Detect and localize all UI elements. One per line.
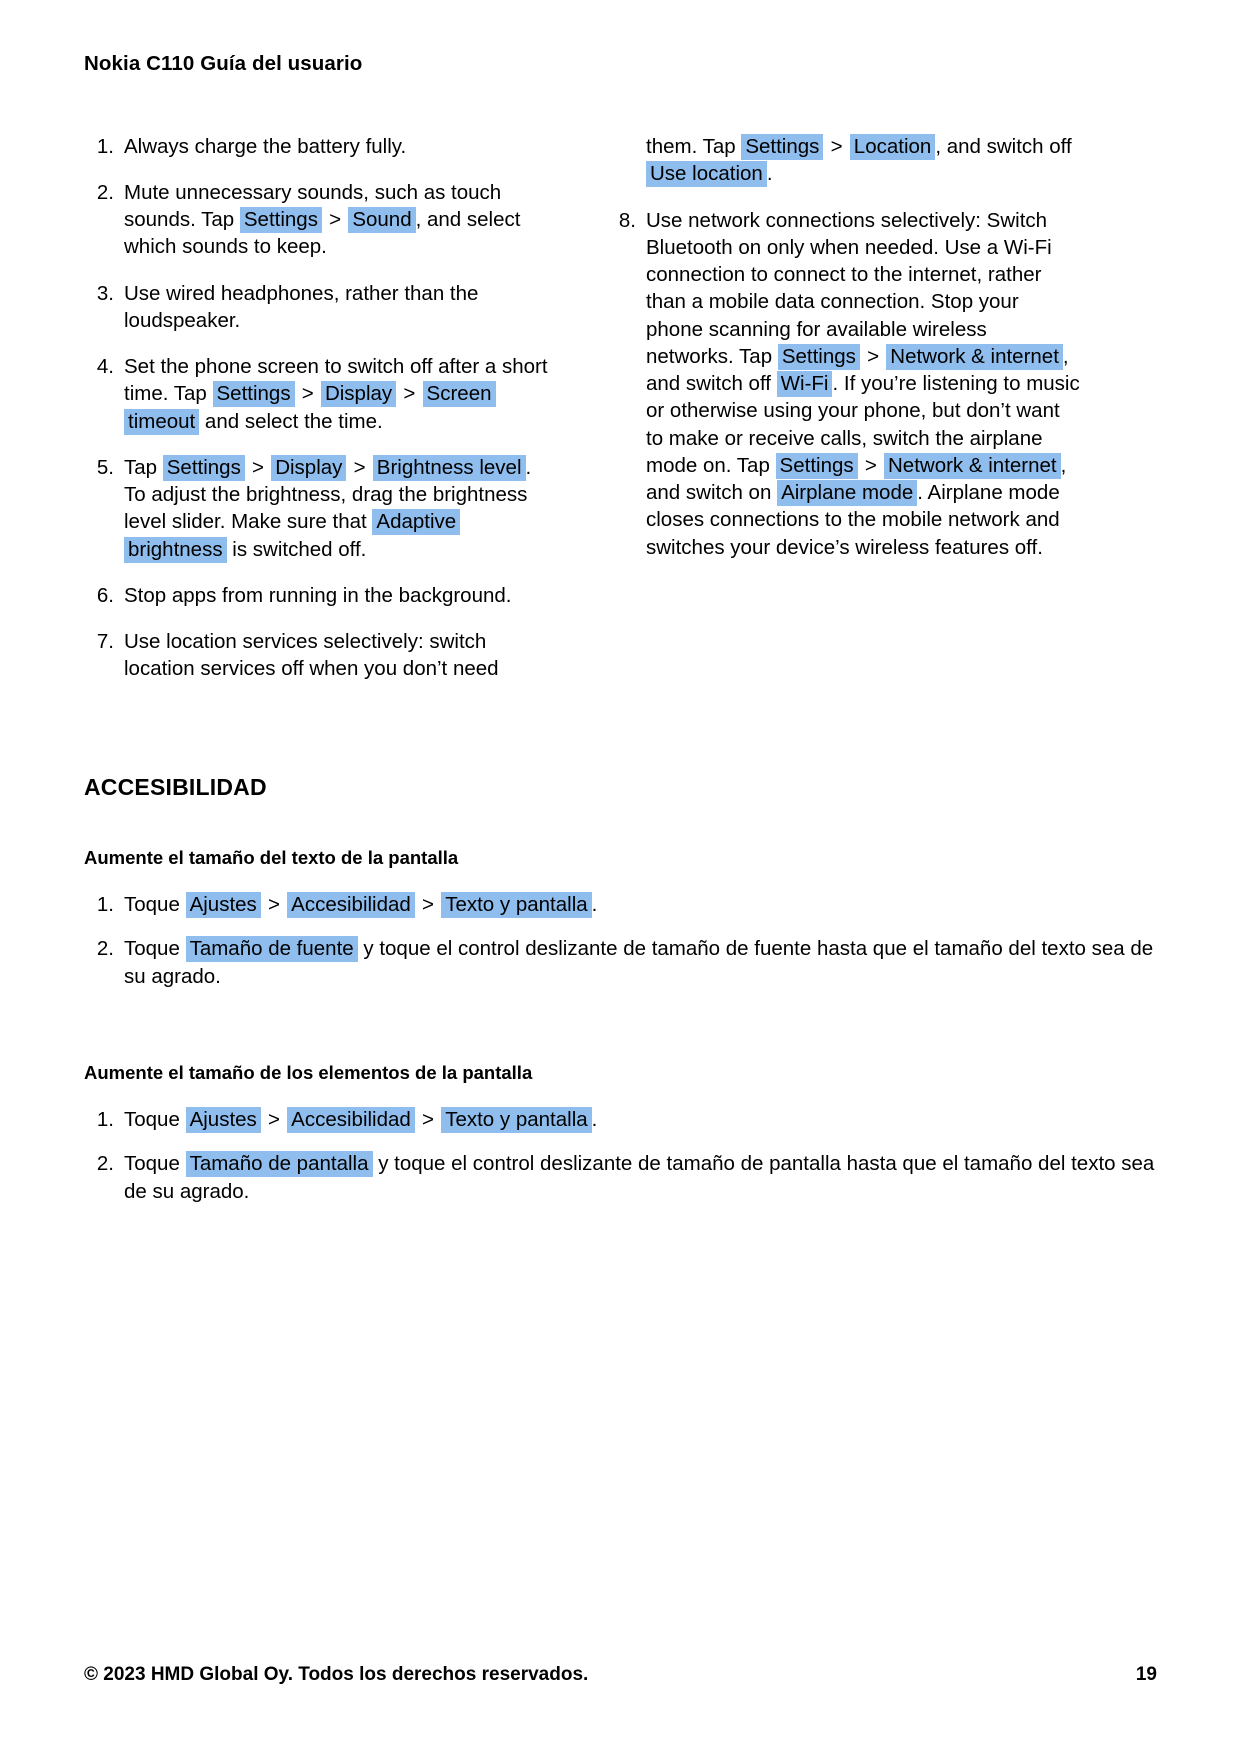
list-item-text: Use location services selectively: switc…	[124, 630, 499, 681]
breadcrumb-separator: >	[296, 382, 320, 406]
ui-label-chip: Display	[320, 381, 397, 408]
breadcrumb-separator: >	[262, 892, 286, 916]
list-item: 4. Set the phone screen to switch off aft…	[84, 353, 558, 435]
subheading-texto-pantalla: Aumente el tamaño del texto de la pantal…	[84, 846, 459, 868]
list-item-text: Use network connections selectively: Swi…	[646, 208, 1080, 559]
breadcrumb-separator: >	[824, 134, 849, 158]
left-column: 1. Always charge the battery fully. 2. Mute…	[84, 133, 558, 702]
list-item: 2. Toque Tamaño de pantalla y toque el co…	[84, 1150, 1157, 1205]
list-item: 5. Tap Settings > Display > Brightness le…	[84, 454, 558, 563]
list-item-number: 6.	[96, 583, 114, 607]
ui-label-chip: Display	[271, 454, 347, 481]
list-item-text: Toque Tamaño de fuente y toque el contro…	[124, 936, 1154, 988]
list-item-number: 1.	[96, 1107, 114, 1131]
ui-label-chip: Settings	[239, 207, 322, 234]
list-item-number: 3.	[96, 281, 114, 305]
ui-label-chip: Ajustes	[185, 1106, 261, 1133]
breadcrumb-separator: >	[347, 455, 372, 479]
ui-label-chip: Accesibilidad	[287, 891, 415, 918]
ui-label-chip: Adaptive brightness	[124, 509, 461, 563]
breadcrumb-separator: >	[323, 208, 347, 232]
list-item-number: 1.	[96, 134, 114, 158]
right-column: them. Tap Settings > Location, and switc…	[606, 133, 1080, 580]
accessibility-steps-1: 1. Toque Ajustes > Accesibilidad > Texto …	[84, 891, 1157, 991]
list-item: 1. Toque Ajustes > Accesibilidad > Texto …	[84, 1106, 1157, 1134]
breadcrumb-separator: >	[262, 1107, 286, 1131]
list-item-text: Toque Ajustes > Accesibilidad > Texto y …	[124, 1106, 598, 1133]
ui-label-chip: Settings	[162, 454, 245, 481]
breadcrumb-separator: >	[859, 453, 883, 477]
list-item-text: Toque Ajustes > Accesibilidad > Texto y …	[124, 891, 598, 918]
list-item: 2. Mute unnecessary sounds, such as touch…	[84, 179, 558, 261]
list-item: 1. Always charge the battery fully.	[84, 133, 558, 160]
ui-label-chip: Settings	[777, 343, 860, 370]
list-item-text: Toque Tamaño de pantalla y toque el cont…	[124, 1151, 1155, 1203]
ui-label-chip: Settings	[212, 381, 295, 408]
list-item-number: 2.	[96, 180, 114, 204]
accessibility-group-1: Aumente el tamaño del texto de la pantal…	[84, 847, 1157, 991]
ui-label-chip: Use location	[646, 161, 767, 188]
document-header-title: Nokia C110 Guía del usuario	[84, 52, 363, 75]
list-item-number: 1.	[96, 892, 114, 916]
list-item-number: 4.	[96, 355, 114, 379]
list-item-number: 5.	[96, 455, 114, 479]
document-page: Nokia C110 Guía del usuario 1. Always cha…	[0, 0, 1241, 1754]
list-item: 2. Toque Tamaño de fuente y toque el cont…	[84, 935, 1157, 990]
ui-label-chip: Sound	[348, 207, 416, 234]
ui-label-chip: Network & internet	[886, 343, 1063, 370]
list-item-text: Use wired headphones, rather than the lo…	[124, 281, 479, 332]
ui-label-chip: Wi-Fi	[776, 371, 833, 398]
accessibility-group-2: Aumente el tamaño de los elementos de la…	[84, 1062, 1157, 1206]
footer-page-number: 19	[1135, 1664, 1157, 1685]
step-7-continuation: them. Tap Settings > Location, and switc…	[646, 133, 1072, 188]
battery-tips-list-right: 8. Use network connections selectively: S…	[606, 207, 1080, 561]
ui-label-chip: Settings	[775, 452, 858, 479]
breadcrumb-separator: >	[861, 344, 885, 368]
list-item: 7. Use location services selectively: swi…	[84, 628, 558, 683]
subheading-elementos-pantalla: Aumente el tamaño de los elementos de la…	[84, 1061, 533, 1083]
ui-label-chip: Settings	[741, 133, 824, 160]
breadcrumb-separator: >	[416, 892, 440, 916]
ui-label-chip: Airplane mode	[777, 480, 918, 507]
ui-label-chip: Tamaño de pantalla	[185, 1151, 373, 1178]
list-item: 8. Use network connections selectively: S…	[606, 207, 1080, 561]
list-item-number: 2.	[96, 937, 114, 961]
ui-label-chip: Texto y pantalla	[441, 891, 592, 918]
list-item-number: 2.	[96, 1152, 114, 1176]
ui-label-chip: Network & internet	[884, 452, 1061, 479]
breadcrumb-separator: >	[397, 382, 422, 406]
list-item-text: Stop apps from running in the background…	[124, 583, 512, 607]
list-item-text: Mute unnecessary sounds, such as touch s…	[124, 180, 521, 259]
ui-label-chip: Tamaño de fuente	[185, 936, 358, 963]
breadcrumb-separator: >	[246, 455, 270, 479]
list-item: 6. Stop apps from running in the backgrou…	[84, 582, 558, 609]
page-footer: © 2023 HMD Global Oy. Todos los derechos…	[84, 1664, 1157, 1686]
list-item: 3. Use wired headphones, rather than the …	[84, 280, 558, 335]
ui-label-chip: Texto y pantalla	[441, 1106, 592, 1133]
two-column-body: 1. Always charge the battery fully. 2. Mute…	[84, 133, 1157, 702]
list-item: 1. Toque Ajustes > Accesibilidad > Texto …	[84, 891, 1157, 919]
breadcrumb-separator: >	[416, 1107, 440, 1131]
list-item-text: Always charge the battery fully.	[124, 134, 407, 158]
list-item-number: 7.	[96, 630, 114, 654]
accessibility-steps-2: 1. Toque Ajustes > Accesibilidad > Texto …	[84, 1106, 1157, 1206]
list-item-text: Tap Settings > Display > Brightness leve…	[124, 454, 532, 563]
ui-label-chip: Accesibilidad	[287, 1106, 415, 1133]
battery-tips-list-left: 1. Always charge the battery fully. 2. Mute…	[84, 133, 558, 683]
footer-copyright: © 2023 HMD Global Oy. Todos los derechos…	[84, 1664, 589, 1685]
list-item-number: 8.	[618, 208, 636, 232]
section-heading-accesibilidad: ACCESIBILIDAD	[84, 773, 267, 800]
ui-label-chip: Ajustes	[185, 891, 261, 918]
ui-label-chip: Location	[849, 133, 936, 160]
ui-label-chip: Brightness level	[372, 454, 526, 481]
list-item-text: Set the phone screen to switch off after…	[124, 355, 548, 435]
